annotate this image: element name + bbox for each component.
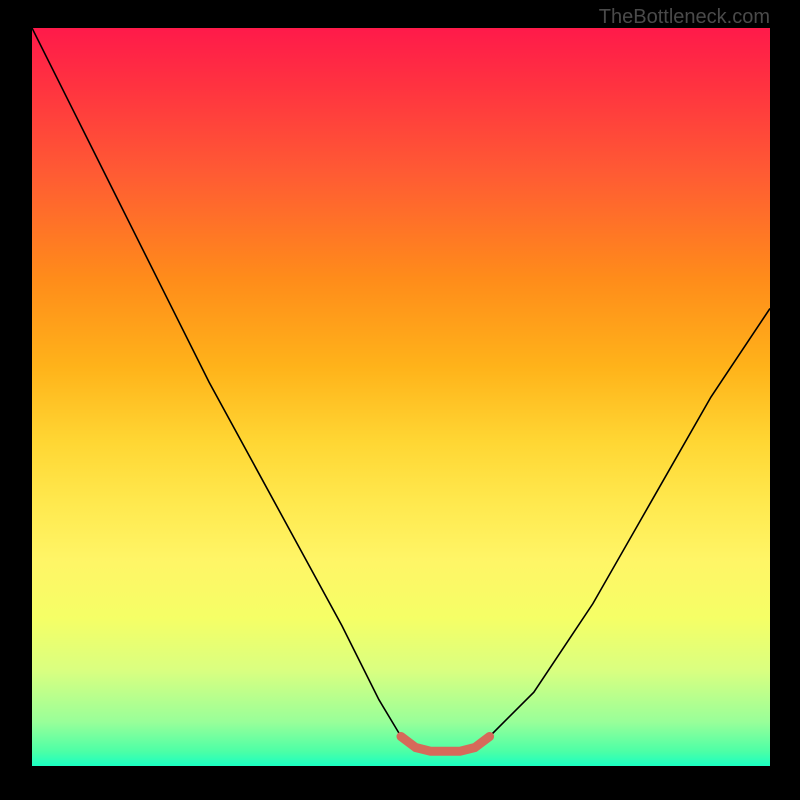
bottleneck-curve (32, 28, 770, 751)
chart-container: TheBottleneck.com (0, 0, 800, 800)
watermark-text: TheBottleneck.com (599, 6, 770, 29)
highlight-segment (401, 736, 490, 751)
chart-svg (32, 28, 770, 766)
